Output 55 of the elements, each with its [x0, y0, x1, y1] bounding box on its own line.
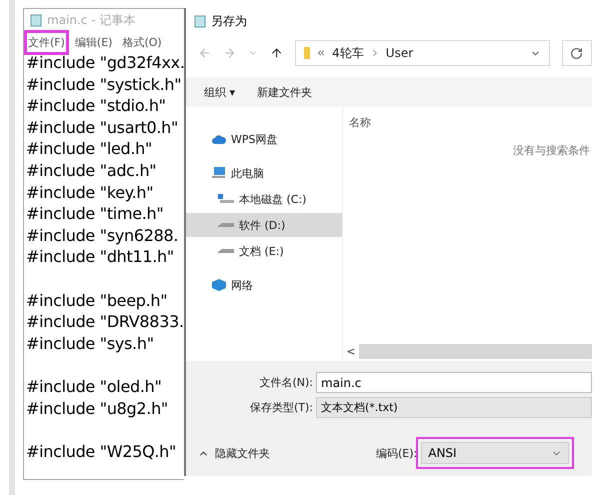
code-line: #include "oled.h"	[26, 376, 163, 398]
nav-item[interactable]: 软件 (D:)	[186, 213, 342, 237]
code-line: #include "syn6288.	[26, 224, 180, 246]
window-title: main.c - 记事本	[47, 12, 136, 28]
scroll-left-button[interactable]: <	[343, 344, 359, 359]
nav-item[interactable]: 文档 (E:)	[186, 239, 342, 263]
menu-item[interactable]: 编辑(E)	[74, 33, 114, 52]
network-icon	[212, 279, 226, 291]
code-line: #include "time.h"	[26, 203, 164, 225]
nav-item[interactable]: 本地磁盘 (C:)	[186, 187, 342, 211]
drive-icon	[218, 222, 234, 228]
nav-item[interactable]: WPS网盘	[186, 127, 342, 151]
code-line: #include "DRV8833.	[26, 311, 184, 333]
code-line: #include "gd32f4xx.	[26, 52, 184, 74]
drive-icon	[218, 194, 234, 204]
computer-icon	[212, 167, 226, 179]
field-label: 保存类型(T):	[248, 400, 314, 415]
filename-field[interactable]: main.c	[316, 372, 592, 393]
refresh-button[interactable]	[562, 40, 592, 66]
code-line: #include "systick.h"	[26, 74, 182, 96]
up-arrow-icon[interactable]	[270, 46, 284, 60]
nav-item[interactable]: 网络	[186, 273, 342, 297]
code-line: #include "adc.h"	[26, 160, 158, 182]
cloud-icon	[212, 134, 226, 144]
path-crumb[interactable]: User	[386, 46, 414, 60]
column-header[interactable]: 名称	[349, 116, 371, 129]
notepad-icon	[194, 15, 206, 28]
path-crumb[interactable]: 4轮车	[332, 44, 364, 62]
encoding-select[interactable]: ANSI	[421, 442, 570, 464]
toolbar-button[interactable]: 新建文件夹	[257, 84, 312, 100]
drive-icon	[218, 248, 234, 254]
code-line: #include "dht11.h"	[26, 246, 175, 268]
code-line: #include "u8g2.h"	[26, 398, 169, 420]
empty-message: 没有与搜索条件	[512, 143, 591, 158]
hide-folders-button[interactable]: 隐藏文件夹	[186, 446, 376, 460]
double-chevron-icon[interactable]	[316, 48, 326, 58]
folder-icon	[304, 47, 310, 59]
code-line: #include "sys.h"	[26, 332, 155, 354]
filetype-select[interactable]: 文本文档(*.txt)	[316, 397, 592, 418]
menu-item[interactable]: 文件(F)	[27, 33, 66, 52]
code-line: #include "led.h"	[26, 138, 154, 160]
address-bar[interactable]: 4轮车 User	[295, 40, 550, 66]
nav-item[interactable]: 此电脑	[186, 161, 342, 185]
dialog-title: 另存为	[211, 13, 247, 30]
toolbar-button[interactable]: 组织 ▾	[204, 84, 236, 100]
code-line: #include "key.h"	[26, 182, 154, 204]
notepad-icon	[30, 14, 42, 26]
field-label: 编码(E):	[376, 446, 418, 460]
menu-item[interactable]: 格式(O)	[121, 33, 163, 52]
code-line: #include "stdio.h"	[26, 95, 167, 117]
code-line: #include "beep.h"	[26, 290, 168, 312]
refresh-icon	[570, 46, 584, 60]
code-line: #include "W25Q.h"	[26, 440, 178, 462]
field-label: 文件名(N):	[258, 375, 314, 390]
code-line: #include "usart0.h"	[26, 116, 180, 138]
